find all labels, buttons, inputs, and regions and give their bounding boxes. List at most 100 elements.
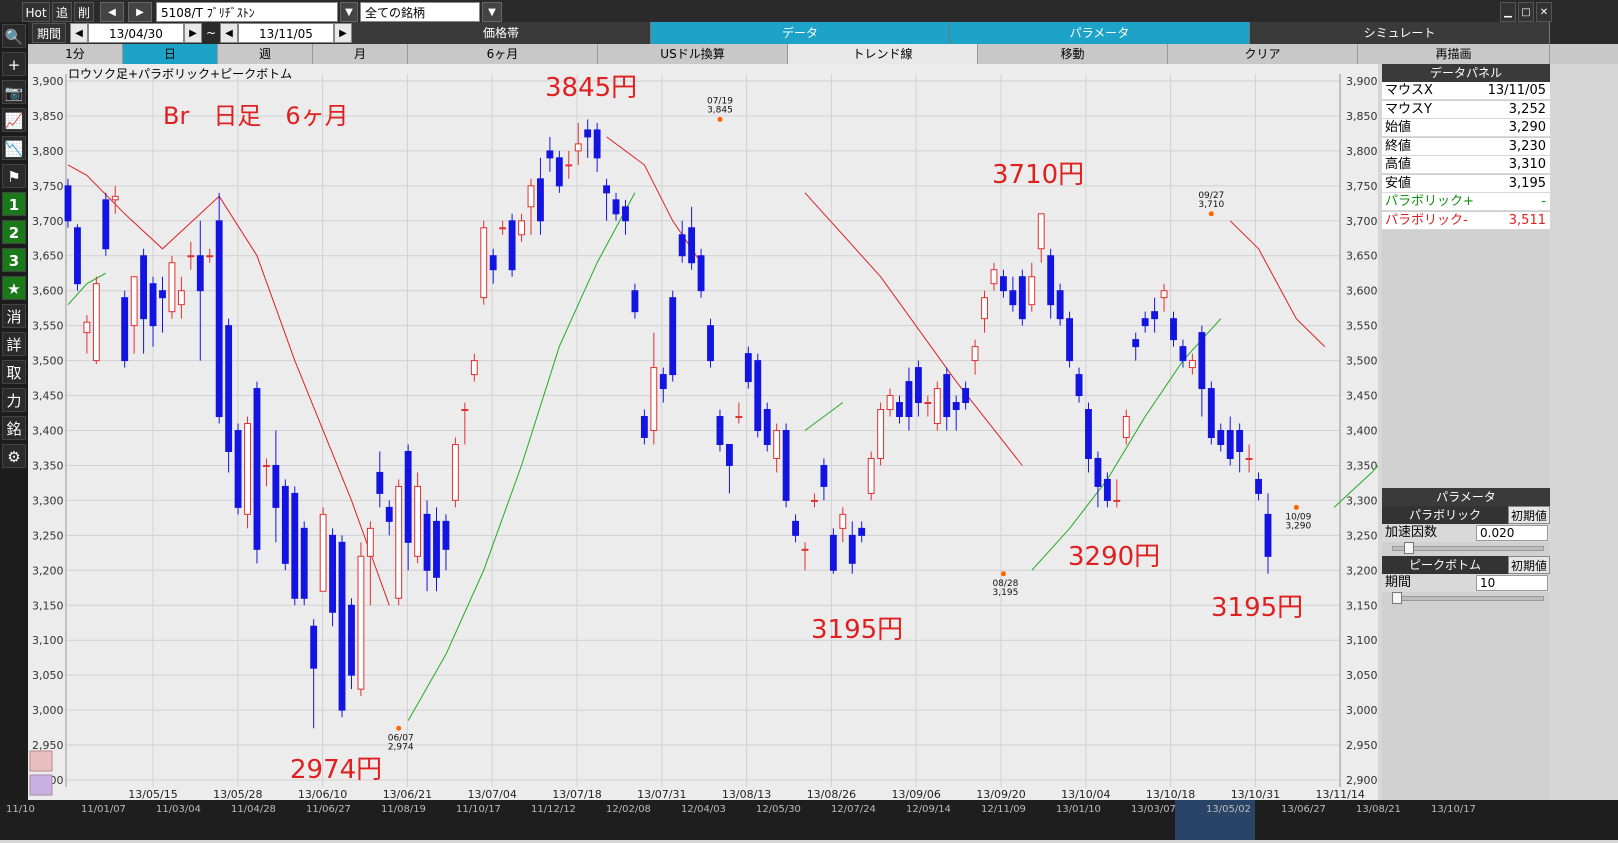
trade-icon[interactable]: 取 (2, 360, 26, 384)
y-tick-label-left: 3,550 (32, 320, 64, 333)
search-icon[interactable]: 🔍 (2, 24, 26, 48)
gear-icon[interactable]: ⚙ (2, 444, 26, 468)
delete-button[interactable]: 削 (74, 2, 94, 22)
period-input[interactable]: 10 (1476, 575, 1548, 591)
candle-body (1256, 479, 1262, 493)
minimize-icon[interactable]: ▁ (1500, 2, 1516, 22)
y-tick-label-left: 3,700 (32, 215, 64, 228)
candle-body (160, 291, 166, 298)
y-tick-label-right: 3,900 (1346, 75, 1378, 88)
star-icon[interactable]: ★ (2, 276, 26, 300)
power-icon[interactable]: 力 (2, 388, 26, 412)
date-to-field[interactable]: 13/11/05 (238, 23, 334, 43)
maximize-icon[interactable]: □ (1518, 2, 1534, 22)
parabolic-reset-button[interactable]: 初期値 (1508, 506, 1550, 524)
candle-chart-icon[interactable]: 📈 (2, 108, 26, 132)
data-row-label: マウスY (1385, 101, 1432, 118)
candle-body (254, 389, 260, 550)
price-annotation: Br 日足 6ヶ月 (163, 102, 349, 130)
candle-body (188, 256, 194, 257)
detail-icon[interactable]: 詳 (2, 332, 26, 356)
date-from-prev-button[interactable]: ◀ (70, 23, 88, 43)
candle-body (679, 235, 685, 256)
clear-button[interactable]: クリア (1168, 44, 1358, 64)
data-row: 終値3,230 (1382, 138, 1550, 156)
slot-1-icon[interactable]: 1 (2, 192, 26, 216)
plus-icon[interactable]: + (2, 52, 26, 76)
chart-mini-icon[interactable] (30, 775, 52, 795)
chart-mini-icon[interactable] (30, 751, 52, 771)
prev-symbol-button[interactable]: ◀ (100, 2, 124, 22)
list-dropdown-icon[interactable]: ▼ (482, 2, 502, 22)
candle-body (1067, 319, 1073, 361)
erase-icon[interactable]: 消 (2, 304, 26, 328)
period-param-label: 期間 (1385, 574, 1411, 591)
date-from-next-button[interactable]: ▶ (184, 23, 202, 43)
candle-body (972, 347, 978, 361)
tab-1min[interactable]: 1分 (28, 44, 123, 64)
slot-2-icon[interactable]: 2 (2, 220, 26, 244)
tab-simulate[interactable]: シミュレート (1250, 22, 1550, 44)
symbol-dropdown-icon[interactable]: ▼ (340, 2, 358, 22)
hot-button[interactable]: Hot (22, 2, 50, 22)
date-from-field[interactable]: 13/04/30 (88, 23, 184, 43)
candle-body (103, 200, 109, 249)
date-to-prev-button[interactable]: ◀ (220, 23, 238, 43)
candle-body (641, 417, 647, 438)
tab-6months[interactable]: 6ヶ月 (408, 44, 598, 64)
candle-body (1199, 333, 1205, 389)
accel-slider-knob[interactable] (1404, 542, 1414, 554)
price-annotation: 3710円 (992, 160, 1084, 190)
symbol-field[interactable]: 5108/T ﾌﾞﾘﾁﾞｽﾄﾝ (156, 2, 338, 22)
right-panel: データパネル マウスX13/11/05マウスY3,252始値3,290終値3,2… (1382, 64, 1550, 800)
overview-date-label: 13/08/21 (1356, 804, 1401, 815)
line-chart-icon[interactable]: 📉 (2, 136, 26, 160)
y-tick-label-right: 3,650 (1346, 250, 1378, 263)
y-tick-label-right: 3,100 (1346, 634, 1378, 647)
next-symbol-button[interactable]: ▶ (128, 2, 152, 22)
candle-body (424, 514, 430, 570)
overview-bar[interactable]: 11/1011/01/0711/03/0411/04/2811/06/2711/… (0, 800, 1618, 840)
period-slider-knob[interactable] (1392, 592, 1402, 604)
usd-convert-button[interactable]: USドル換算 (598, 44, 788, 64)
candle-body (963, 389, 969, 403)
tab-parameter[interactable]: パラメータ (950, 22, 1250, 44)
overview-chart[interactable]: 11/1011/01/0711/03/0411/04/2811/06/2711/… (0, 800, 1618, 840)
stock-list-select[interactable]: 全ての銘柄 (360, 2, 480, 22)
tab-data[interactable]: データ (651, 22, 950, 44)
accel-input[interactable]: 0.020 (1476, 525, 1548, 541)
period-slider[interactable] (1392, 596, 1544, 601)
close-icon[interactable]: ✕ (1536, 2, 1552, 22)
data-row-label: パラボリック- (1385, 212, 1468, 229)
candle-body (925, 403, 931, 404)
flag-icon[interactable]: ⚑ (2, 164, 26, 188)
accel-slider[interactable] (1392, 546, 1544, 551)
candle-body (1001, 277, 1007, 291)
slot-3-icon[interactable]: 3 (2, 248, 26, 272)
data-row: マウスY3,252 (1382, 101, 1550, 119)
add-button[interactable]: 追 (52, 2, 72, 22)
redraw-button[interactable]: 再描画 (1358, 44, 1550, 64)
candle-body (452, 444, 458, 500)
tab-daily[interactable]: 日 (123, 44, 218, 64)
bottom-marker (396, 726, 401, 731)
camera-icon[interactable]: 📷 (2, 80, 26, 104)
chart-area[interactable]: 2,9002,9002,9502,9503,0003,0003,0503,050… (28, 64, 1378, 800)
trendline-button[interactable]: トレンド線 (788, 44, 978, 64)
tab-monthly[interactable]: 月 (313, 44, 408, 64)
y-tick-label-right: 2,950 (1346, 739, 1378, 752)
candlestick-chart[interactable]: 2,9002,9002,9502,9503,0003,0003,0503,050… (28, 64, 1378, 800)
date-to-next-button[interactable]: ▶ (334, 23, 352, 43)
candle-body (377, 472, 383, 493)
move-button[interactable]: 移動 (978, 44, 1168, 64)
price-annotation: 3290円 (1068, 542, 1160, 572)
peak-reset-button[interactable]: 初期値 (1508, 556, 1550, 574)
stock-icon[interactable]: 銘 (2, 416, 26, 440)
candle-body (764, 410, 770, 445)
data-row-value: 3,290 (1509, 119, 1546, 136)
tab-price-band[interactable]: 価格帯 (352, 22, 651, 44)
x-tick-label: 13/05/15 (128, 788, 177, 800)
x-tick-label: 13/09/20 (976, 788, 1025, 800)
tab-weekly[interactable]: 週 (218, 44, 313, 64)
peak-section-title: ピークボトム (1382, 556, 1508, 574)
